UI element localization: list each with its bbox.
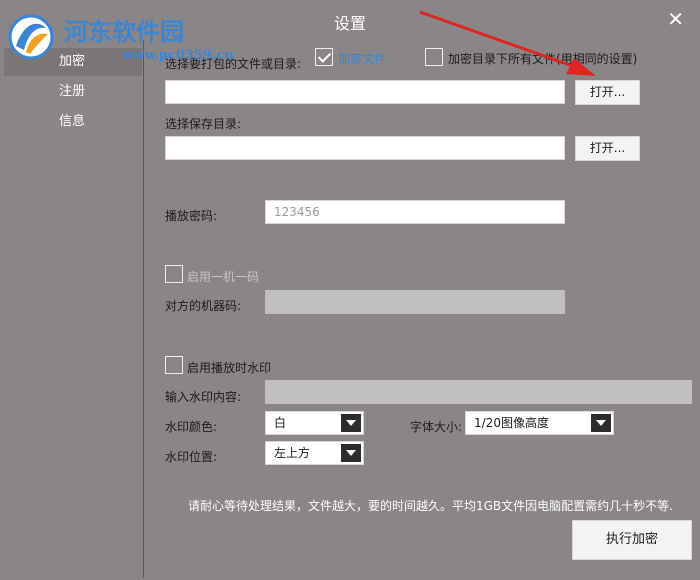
- chevron-down-icon: [341, 444, 361, 462]
- source-label: 选择要打包的文件或目录:: [165, 57, 302, 71]
- sidebar-item-encrypt[interactable]: 加密: [4, 48, 142, 76]
- encrypt-all-checkbox[interactable]: [425, 48, 443, 66]
- close-icon[interactable]: ✕: [667, 8, 684, 30]
- machine-code-input[interactable]: [265, 290, 565, 314]
- save-path-input[interactable]: [165, 136, 565, 160]
- sidebar-item-info[interactable]: 信息: [0, 108, 143, 136]
- machine-code-label: 对方的机器码:: [165, 299, 242, 313]
- processing-note: 请耐心等待处理结果，文件越大，要的时间越久。平均1GB文件因电脑配置需约几十秒不…: [188, 499, 673, 513]
- watermark-color-value: 白: [274, 416, 287, 430]
- sidebar: 加密 注册 信息: [0, 40, 144, 578]
- watermark-enable-label[interactable]: 启用播放时水印: [187, 359, 271, 376]
- watermark-position-value: 左上方: [274, 446, 311, 460]
- one-machine-label[interactable]: 启用一机一码: [187, 268, 259, 285]
- font-size-label: 字体大小:: [410, 420, 463, 434]
- title-bar: 设置 ✕: [0, 0, 700, 40]
- password-input[interactable]: 123456: [265, 200, 565, 224]
- encrypt-file-checkbox[interactable]: [315, 48, 333, 66]
- watermark-color-label: 水印颜色:: [165, 420, 218, 434]
- one-machine-checkbox[interactable]: [165, 265, 183, 283]
- save-label: 选择保存目录:: [165, 117, 242, 131]
- execute-encrypt-button[interactable]: 执行加密: [572, 520, 692, 560]
- sidebar-item-register[interactable]: 注册: [0, 78, 143, 106]
- font-size-select[interactable]: 1/20图像高度: [465, 411, 614, 435]
- watermark-enable-checkbox[interactable]: [165, 356, 183, 374]
- watermark-text-label: 输入水印内容:: [165, 390, 242, 404]
- watermark-position-label: 水印位置:: [165, 450, 218, 464]
- window-title: 设置: [333, 14, 366, 33]
- chevron-down-icon: [341, 414, 361, 432]
- encrypt-all-label[interactable]: 加密目录下所有文件(用相同的设置): [448, 50, 637, 67]
- watermark-text-input[interactable]: [265, 380, 692, 404]
- chevron-down-icon: [591, 414, 611, 432]
- watermark-color-select[interactable]: 白: [265, 411, 364, 435]
- watermark-position-select[interactable]: 左上方: [265, 441, 364, 465]
- password-label: 播放密码:: [165, 209, 218, 223]
- source-path-input[interactable]: [165, 80, 565, 104]
- open-source-button[interactable]: 打开...: [575, 80, 640, 105]
- open-save-button[interactable]: 打开...: [575, 136, 640, 161]
- font-size-value: 1/20图像高度: [474, 416, 549, 430]
- encrypt-file-label[interactable]: 加密文件: [338, 50, 386, 67]
